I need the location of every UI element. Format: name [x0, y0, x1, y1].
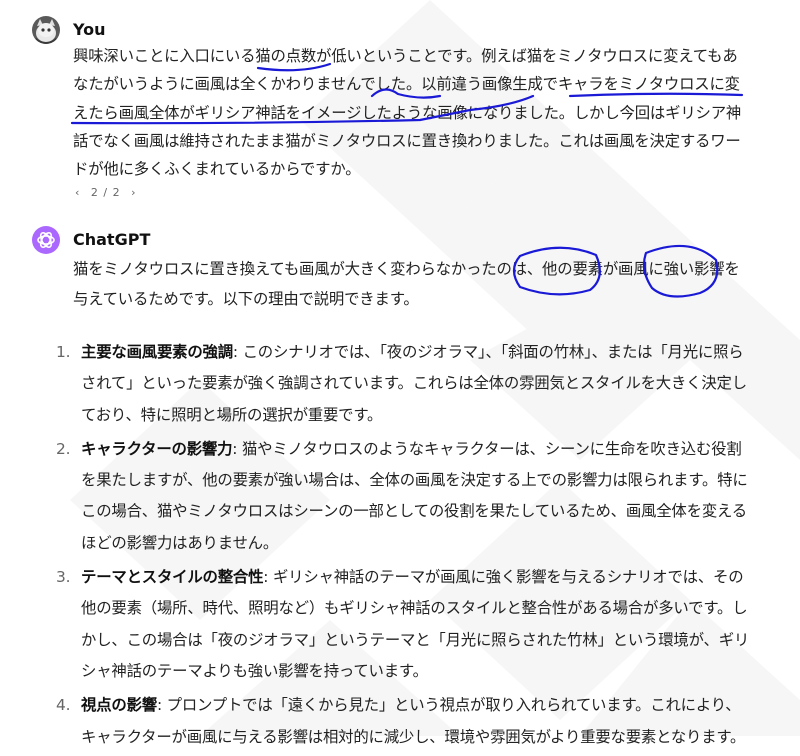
list-number: 4.: [56, 696, 71, 715]
message-pager: ‹ 2 / 2 ›: [75, 186, 143, 199]
assistant-author-name: ChatGPT: [73, 230, 151, 249]
list-item-title: 主要な画風要素の強調: [81, 343, 233, 361]
user-avatar[interactable]: [32, 16, 60, 44]
list-item-text: : プロンプトでは「遠くから見た」という視点が取り入れられています。これにより、…: [81, 696, 746, 746]
assistant-intro-text: 猫をミノタウロスに置き換えても画風が大きく変わらなかったのは、他の要素が画風に強…: [73, 260, 740, 308]
list-number: 2.: [56, 439, 71, 458]
list-number: 1.: [56, 343, 71, 361]
pager-label: 2 / 2: [90, 186, 121, 199]
list-item-title: キャラクターの影響力: [81, 439, 233, 458]
user-author-name: You: [73, 20, 106, 39]
pager-prev-button[interactable]: ‹: [75, 186, 80, 199]
list-item: 3. テーマとスタイルの整合性: ギリシャ神話のテーマが画風に強く影響を与えるシ…: [46, 562, 751, 687]
user-message-text: 興味深いことに入口にいる猫の点数が低いということです。例えば猫をミノタウロスに変…: [73, 47, 742, 179]
list-item-title: テーマとスタイルの整合性: [81, 568, 264, 587]
list-item: 4. 視点の影響: プロンプトでは「遠くから見た」という視点が取り入れられていま…: [46, 690, 751, 753]
list-item: 1. 主要な画風要素の強調: このシナリオでは、「夜のジオラマ」、「斜面の竹林」…: [46, 337, 751, 431]
cat-avatar-icon: [32, 16, 60, 44]
reasons-list: 1. 主要な画風要素の強調: このシナリオでは、「夜のジオラマ」、「斜面の竹林」…: [46, 337, 751, 756]
list-item-title: 視点の影響: [81, 696, 157, 715]
assistant-avatar: [32, 226, 60, 254]
list-item: 2. キャラクターの影響力: 猫やミノタウロスのようなキャラクターは、シーンに生…: [46, 434, 751, 559]
openai-logo-icon: [37, 231, 55, 249]
list-number: 3.: [56, 568, 71, 587]
pager-next-button[interactable]: ›: [131, 186, 136, 199]
